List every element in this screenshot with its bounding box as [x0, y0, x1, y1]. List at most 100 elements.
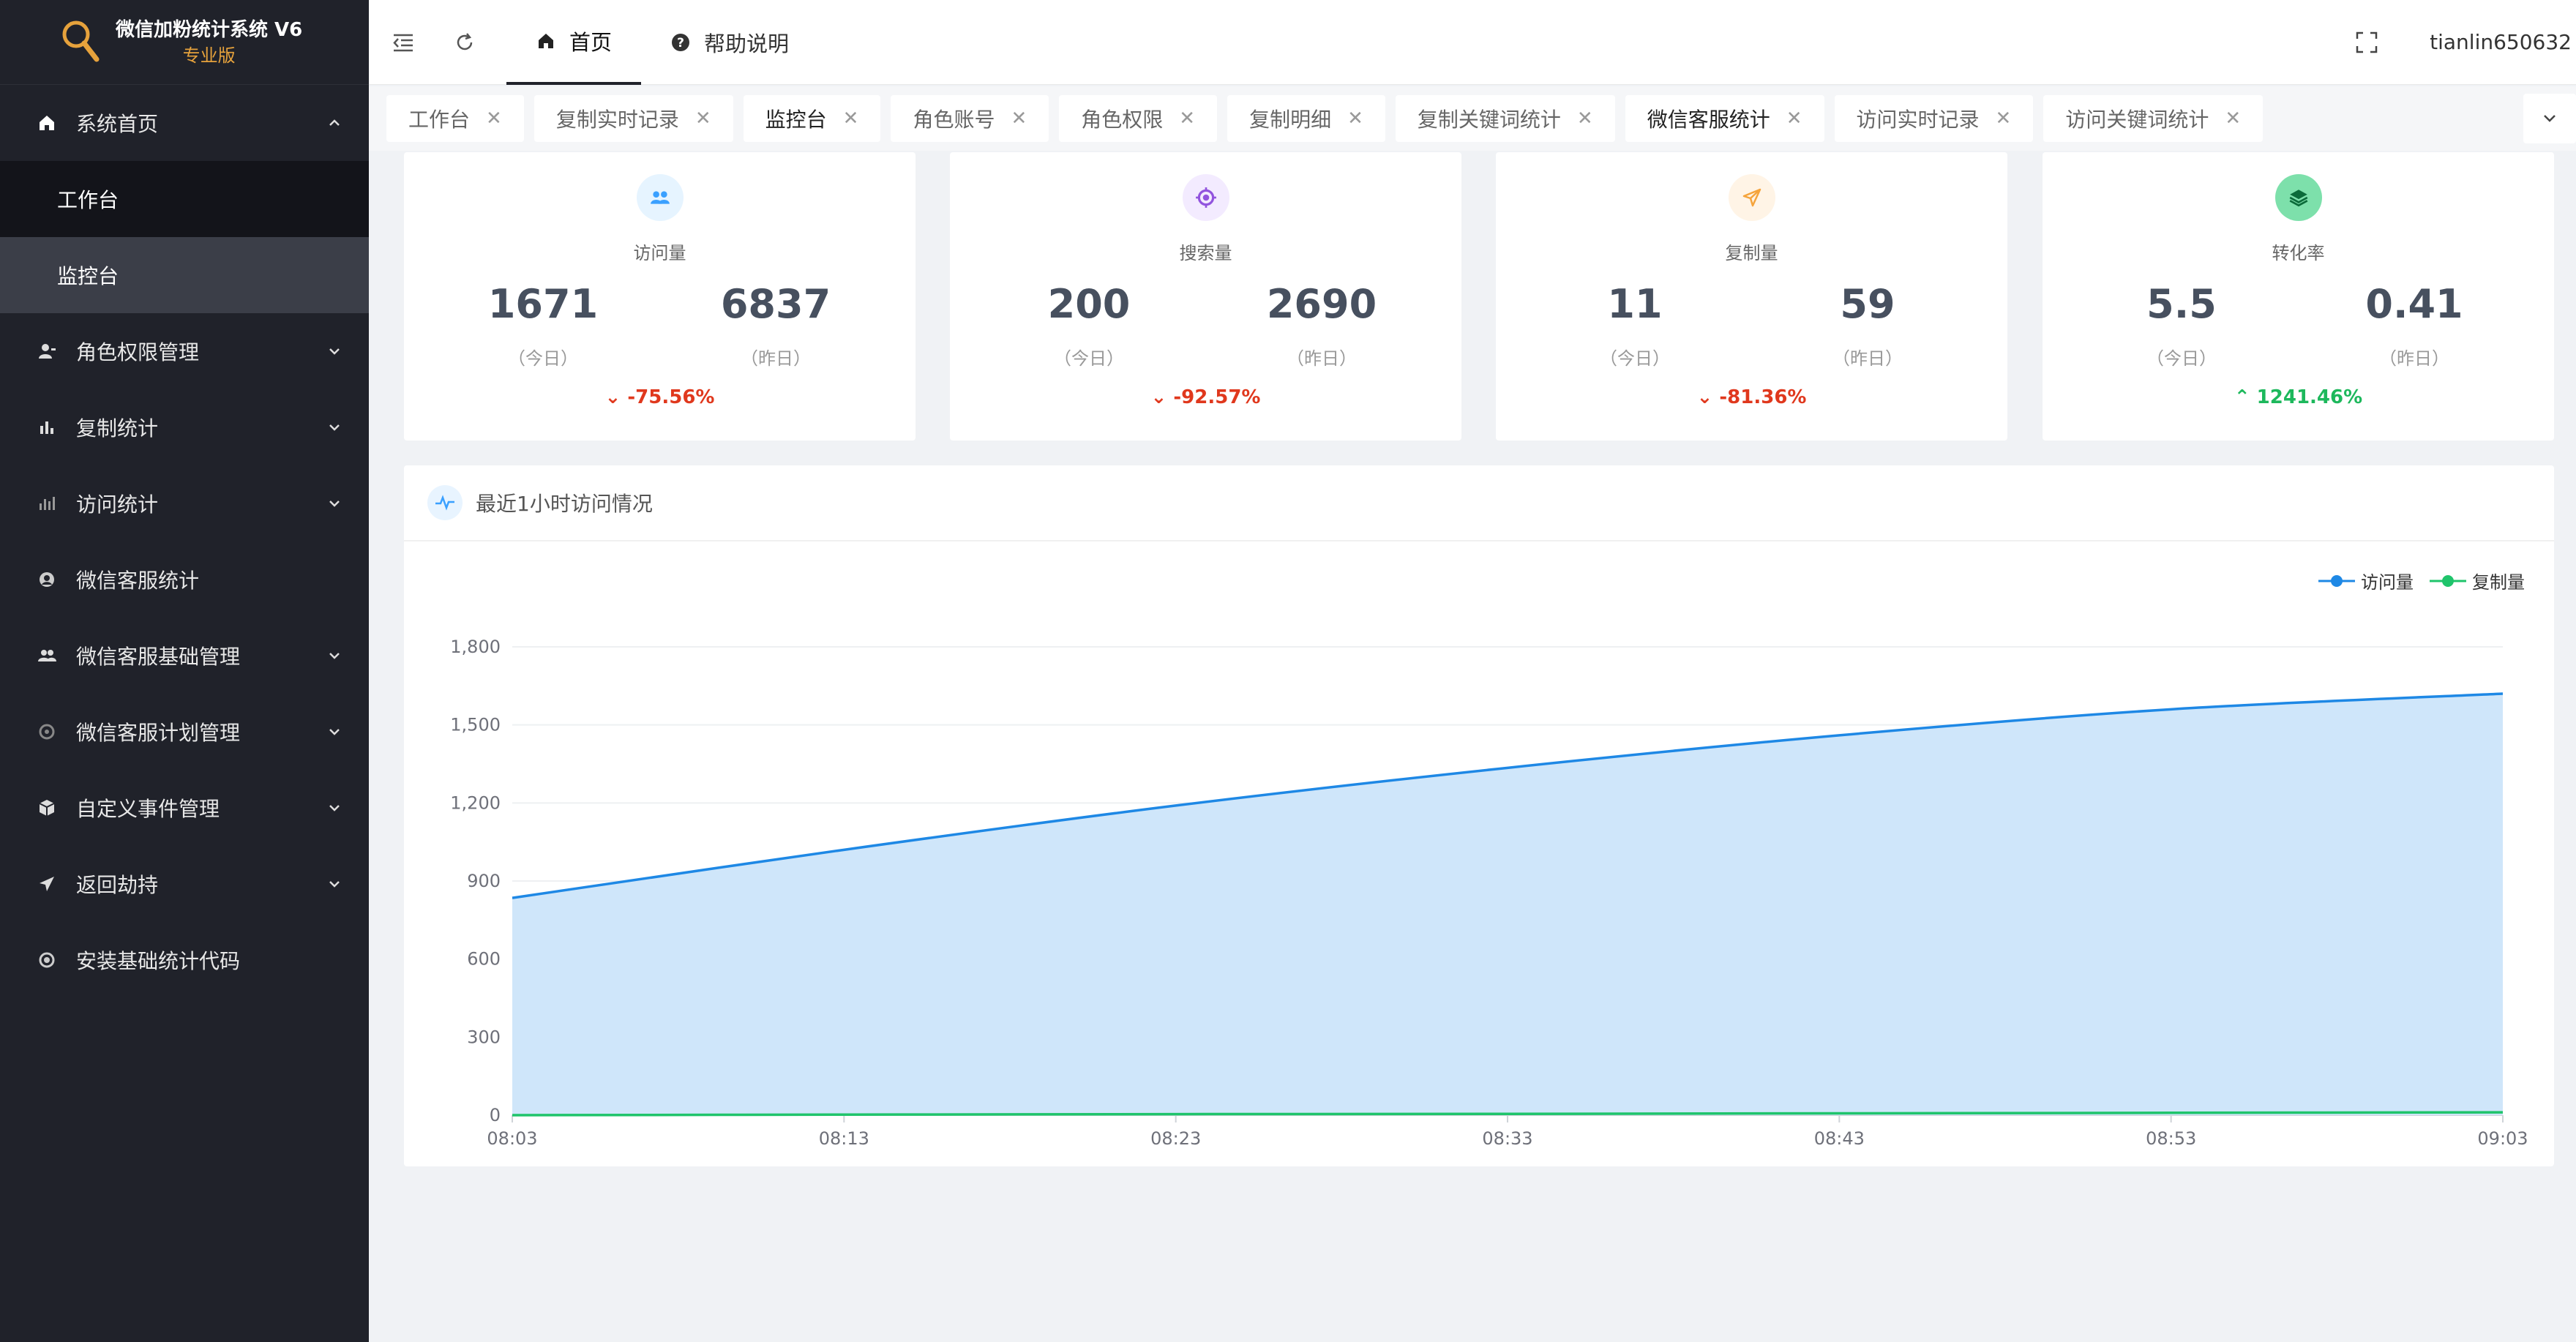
tag-copy-realtime[interactable]: 复制实时记录 ✕: [533, 95, 733, 142]
x-tick-label: 08:53: [2146, 1128, 2196, 1149]
close-icon[interactable]: ✕: [1011, 108, 1027, 130]
sidebar-item-wechat-service-stats[interactable]: 微信客服统计: [0, 541, 369, 618]
chevron-up-icon: [329, 119, 340, 126]
sidebar-item-copy-stats[interactable]: 复制统计: [0, 389, 369, 465]
tag-copy-keyword-stats[interactable]: 复制关键词统计 ✕: [1395, 95, 1615, 142]
app-title: 微信加粉统计系统 V6: [116, 18, 303, 41]
sidebar-subitem-label: 监控台: [57, 264, 119, 288]
tag-visit-realtime[interactable]: 访问实时记录 ✕: [1834, 95, 2034, 142]
series-area-0: [512, 694, 2503, 1115]
help-icon: ?: [672, 33, 690, 51]
sidebar-item-wechat-service-basic[interactable]: 微信客服基础管理: [0, 618, 369, 694]
trend-down-icon: ⌄: [604, 386, 628, 408]
cube-icon: [39, 800, 55, 816]
y-tick-label: 1,200: [450, 792, 501, 813]
stat-card-copies: 复制量 11 59 （今日） （昨日） ⌄ -81.36%: [1496, 152, 2007, 441]
tab-home[interactable]: 首页: [506, 0, 642, 85]
stat-yesterday-value: 6837: [720, 281, 831, 327]
user-menu[interactable]: tianlin650632: [2430, 30, 2572, 54]
x-tick-label: 08:03: [487, 1128, 537, 1149]
collapse-menu-icon[interactable]: [391, 30, 416, 55]
x-tick-label: 09:03: [2477, 1128, 2528, 1149]
stat-today-value: 200: [1047, 281, 1131, 327]
tag-wechat-service-stats[interactable]: 微信客服统计 ✕: [1625, 95, 1824, 142]
stat-yesterday-value: 0.41: [2365, 281, 2463, 327]
sidebar-item-return-hijack[interactable]: 返回劫持: [0, 846, 369, 922]
tag-label: 复制关键词统计: [1417, 108, 1561, 132]
tag-visit-keyword-stats[interactable]: 访问关键词统计 ✕: [2043, 95, 2264, 142]
sidebar-item-role-permission[interactable]: 角色权限管理: [0, 313, 369, 389]
stat-name: 访问量: [633, 243, 686, 263]
visit-chart-panel: 最近1小时访问情况 访问量 复制量 0 300 600 900 1,200 1,500 1,…: [404, 465, 2554, 1166]
tag-copy-detail[interactable]: 复制明细 ✕: [1227, 95, 1385, 142]
sidebar-item-system-home[interactable]: 系统首页: [0, 85, 369, 161]
sidebar-item-custom-events[interactable]: 自定义事件管理: [0, 770, 369, 846]
tag-role-permission[interactable]: 角色权限 ✕: [1059, 95, 1218, 142]
sidebar-subitem-label: 工作台: [57, 188, 119, 212]
close-icon[interactable]: ✕: [1577, 108, 1593, 130]
y-tick-label: 1,800: [450, 637, 501, 657]
chevron-down-icon: [329, 501, 340, 507]
panel-title: 最近1小时访问情况: [476, 492, 653, 516]
sidebar-subitem-monitor[interactable]: 监控台: [0, 237, 369, 313]
tag-label: 访问实时记录: [1856, 108, 1980, 132]
tag-monitor[interactable]: 监控台 ✕: [743, 95, 881, 142]
home-icon: [539, 33, 553, 48]
close-icon[interactable]: ✕: [695, 108, 711, 130]
tag-role-account[interactable]: 角色账号 ✕: [891, 95, 1049, 142]
stat-card-conversion: 转化率 5.5 0.41 （今日） （昨日） ⌃ 1241.46%: [2043, 152, 2554, 441]
stat-change: ⌄ -75.56%: [604, 386, 715, 408]
layers-icon: [2274, 174, 2322, 221]
sidebar: 微信加粉统计系统 V6 专业版 系统首页 工作台 监控台 角色权限管理 复制统计: [0, 0, 369, 1342]
svg-text:?: ?: [677, 36, 684, 50]
close-icon[interactable]: ✕: [1179, 108, 1195, 130]
service-icon: [40, 572, 54, 587]
stat-change: ⌃ 1241.46%: [2234, 386, 2363, 408]
close-icon[interactable]: ✕: [486, 108, 502, 130]
app-edition: 专业版: [182, 45, 236, 66]
stat-name: 复制量: [1725, 243, 1778, 263]
trend-up-icon: ⌃: [2234, 386, 2257, 408]
sidebar-item-label: 访问统计: [76, 492, 159, 517]
close-icon[interactable]: ✕: [2225, 108, 2241, 130]
sidebar-item-label: 微信客服计划管理: [76, 721, 241, 745]
target-icon: [39, 952, 55, 968]
close-icon[interactable]: ✕: [1996, 108, 2012, 130]
stats-icon: [40, 497, 55, 510]
stat-yesterday-label: （昨日）: [1832, 348, 1903, 369]
refresh-icon[interactable]: [452, 30, 477, 55]
sidebar-item-visit-stats[interactable]: 访问统计: [0, 465, 369, 541]
users-icon: [636, 174, 684, 221]
tags-dropdown-button[interactable]: [2523, 94, 2576, 143]
stat-name: 搜索量: [1179, 243, 1232, 263]
x-tick-label: 08:23: [1150, 1128, 1201, 1149]
close-icon[interactable]: ✕: [1347, 108, 1363, 130]
stat-today-value: 1671: [487, 281, 599, 327]
fullscreen-icon[interactable]: [2355, 31, 2378, 54]
sidebar-item-label: 微信客服基础管理: [76, 645, 241, 669]
chevron-down-icon: [329, 424, 340, 431]
sidebar-item-label: 角色权限管理: [76, 340, 200, 364]
close-icon[interactable]: ✕: [843, 108, 859, 130]
stat-yesterday-label: （昨日）: [741, 348, 811, 369]
tab-help[interactable]: ? 帮助说明: [641, 0, 818, 85]
chevron-down-icon: [329, 348, 340, 355]
chevron-down-icon: [2544, 115, 2556, 122]
chevron-down-icon: [329, 805, 340, 811]
magnifier-logo-icon: [62, 20, 100, 61]
tag-workbench[interactable]: 工作台 ✕: [386, 95, 524, 142]
logo: 微信加粉统计系统 V6 专业版: [0, 0, 369, 85]
tag-label: 访问关键词统计: [2065, 108, 2209, 132]
close-icon[interactable]: ✕: [1786, 108, 1802, 130]
stat-card-searches: 搜索量 200 2690 （今日） （昨日） ⌄ -92.57%: [950, 152, 1461, 441]
home-icon: [40, 116, 54, 130]
sidebar-item-install-code[interactable]: 安装基础统计代码: [0, 922, 369, 998]
sidebar-subitem-workbench[interactable]: 工作台: [0, 161, 369, 237]
sidebar-item-wechat-service-plan[interactable]: 微信客服计划管理: [0, 694, 369, 770]
x-tick-label: 08:13: [819, 1128, 869, 1149]
chevron-down-icon: [329, 881, 340, 888]
chevron-down-icon: [329, 653, 340, 659]
send-icon: [1728, 174, 1775, 221]
tags-bar: 工作台 ✕ 复制实时记录 ✕ 监控台 ✕ 角色账号 ✕ 角色权限 ✕ 复制明细 ✕ 复制关键…: [369, 86, 2576, 151]
sidebar-item-label: 自定义事件管理: [76, 797, 220, 821]
